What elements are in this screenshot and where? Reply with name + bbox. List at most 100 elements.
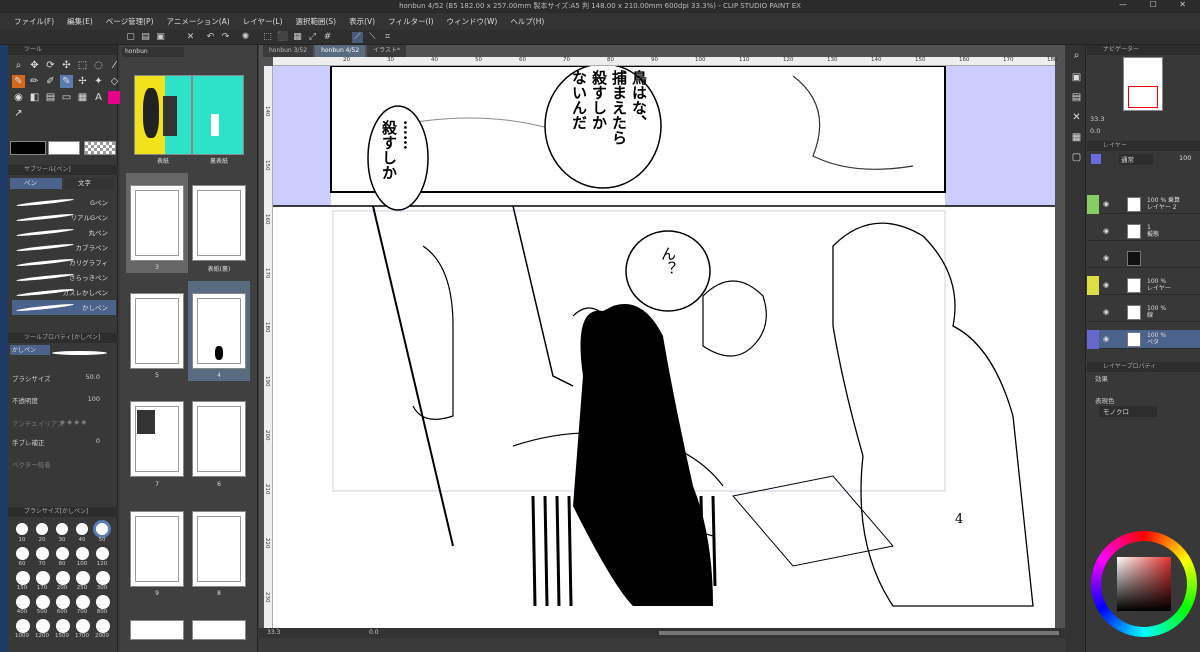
brush-size-option[interactable] (56, 523, 68, 535)
expression-select[interactable]: モノクロ (1099, 406, 1157, 417)
tab-pen[interactable]: ペン (10, 178, 62, 189)
menu-filter[interactable]: フィルター(I) (388, 16, 433, 27)
tab-text[interactable]: 文字 (64, 178, 114, 189)
ruler-tool-icon[interactable]: A (92, 91, 105, 104)
brush-size-option[interactable] (76, 523, 88, 535)
layer-row[interactable]: ◉ 100 % 乗算 レイヤー 2 (1087, 195, 1200, 214)
eye-icon[interactable]: ◉ (1103, 227, 1112, 235)
layer-row[interactable]: ◉ 100 % 線 (1087, 303, 1200, 322)
frame-tool-icon[interactable]: ▦ (76, 91, 89, 104)
deco-tool-icon[interactable]: ✦ (92, 75, 105, 88)
select-tool-icon[interactable]: ⬚ (76, 59, 89, 72)
menu-selection[interactable]: 選択範囲(S) (296, 16, 337, 27)
brush-size-option[interactable] (76, 595, 90, 609)
zoom-value[interactable]: 33.3 (267, 629, 280, 636)
new-icon[interactable]: ▢ (125, 32, 136, 43)
layer-row[interactable]: ◉ 100 % ペタ (1087, 330, 1200, 349)
sub-color-swatch[interactable] (48, 141, 80, 155)
cover-thumbnail[interactable] (134, 75, 192, 155)
brush-size-option[interactable] (16, 523, 28, 535)
blend-mode-select[interactable]: 通常 (1119, 154, 1153, 165)
horizontal-scrollbar[interactable] (659, 631, 1059, 635)
brush-size-row[interactable]: ブラシサイズ 50.0 (12, 373, 114, 385)
brush-size-option[interactable] (16, 571, 30, 585)
brush-size-option[interactable] (36, 523, 48, 535)
invert-icon[interactable]: ⬛ (277, 32, 288, 43)
window-controls[interactable]: — ☐ ✕ (1119, 0, 1196, 9)
pen-tool-icon[interactable]: ✎ (12, 75, 25, 88)
brush-size-option[interactable] (56, 547, 69, 560)
brush-item-selected[interactable]: かしペン (12, 300, 116, 315)
brush-size-option[interactable] (96, 523, 108, 535)
material-icon[interactable]: ▣ (1070, 71, 1083, 84)
brush-item[interactable]: カスレかしペン (12, 285, 116, 300)
page-thumbnail[interactable] (130, 185, 184, 261)
main-color-swatch[interactable] (10, 141, 46, 155)
eye-icon[interactable]: ◉ (1103, 308, 1112, 316)
redo-icon[interactable]: ↷ (220, 32, 231, 43)
eye-icon[interactable]: ◉ (1103, 254, 1112, 262)
layer-search-icon[interactable]: ▦ (1070, 131, 1083, 144)
menu-page[interactable]: ページ管理(P) (106, 16, 154, 27)
brush-size-option[interactable] (36, 571, 50, 585)
menu-file[interactable]: ファイル(F) (14, 16, 54, 27)
brush-size-option[interactable] (96, 619, 110, 633)
canvas-tab-active[interactable]: honbun 4/52 (315, 45, 366, 57)
page-thumbnail[interactable] (192, 293, 246, 369)
brush-size-option[interactable] (76, 571, 90, 585)
layer-opacity[interactable]: 100 (1179, 154, 1191, 162)
brush-item[interactable]: Gペン (12, 195, 116, 210)
transparent-swatch[interactable] (84, 141, 116, 155)
marker-tool-icon[interactable]: ✎ (60, 75, 73, 88)
page-thumbnail[interactable] (192, 511, 246, 587)
close-icon[interactable]: ✕ (1070, 111, 1083, 124)
navigator-preview[interactable] (1123, 57, 1163, 111)
pencil-tool-icon[interactable]: ✏ (28, 75, 41, 88)
page-thumbnail[interactable] (192, 620, 246, 640)
stabilize-row[interactable]: 手ブレ補正 0 (12, 437, 114, 449)
page-thumbnail[interactable] (130, 620, 184, 640)
move-tool-icon[interactable]: ✣ (60, 59, 73, 72)
deselect-icon[interactable]: ⬚ (262, 32, 273, 43)
open-icon[interactable]: ▤ (140, 32, 151, 43)
page-manager-tab[interactable]: honbun (122, 47, 184, 57)
lasso-tool-icon[interactable]: ◌ (92, 59, 105, 72)
grid-snap-icon[interactable]: ⌗ (382, 32, 393, 43)
angle-value[interactable]: 0.0 (369, 629, 379, 636)
brush-size-option[interactable] (96, 571, 110, 585)
ruler-snap-icon[interactable]: ⟋ (352, 32, 363, 43)
menu-layer[interactable]: レイヤー(L) (243, 16, 283, 27)
brush-item[interactable]: カリグラフィ (12, 255, 116, 270)
search-icon[interactable]: ⌕ (1070, 49, 1083, 62)
nav-angle[interactable]: 0.0 (1090, 127, 1192, 139)
airbrush-tool-icon[interactable]: ✢ (76, 75, 89, 88)
brush-size-option[interactable] (96, 547, 109, 560)
manga-page[interactable]: 鳥はな、 捕まえたら 殺すしか ないんだ …… 殺すしか ん？ 4 (273, 66, 1055, 628)
menu-window[interactable]: ウィンドウ(W) (447, 16, 498, 27)
brush-size-option[interactable] (76, 547, 89, 560)
page-thumbnail[interactable] (130, 293, 184, 369)
blend-tool-icon[interactable]: ◉ (12, 91, 25, 104)
grid-icon[interactable]: # (322, 32, 333, 43)
brush-item[interactable]: さらっきペン (12, 270, 116, 285)
brush-size-option[interactable] (16, 547, 29, 560)
clear-icon[interactable]: ✕ (185, 32, 196, 43)
brush-size-option[interactable] (56, 619, 70, 633)
opacity-row[interactable]: 不透明度 100 (12, 395, 114, 407)
back-cover-thumbnail[interactable] (192, 75, 244, 155)
color-wheel[interactable] (1091, 531, 1197, 637)
menu-animation[interactable]: アニメーション(A) (167, 16, 230, 27)
brush-size-option[interactable] (56, 595, 70, 609)
vector-snap-row[interactable]: ベクター吸着 (12, 459, 114, 471)
brush-tool-icon[interactable]: ✐ (44, 75, 57, 88)
canvas-tab[interactable]: honbun 3/52 (263, 45, 314, 57)
undo-icon[interactable]: ↶ (205, 32, 216, 43)
spin-icon[interactable]: ✺ (240, 32, 251, 43)
nav-zoom[interactable]: 33.3 (1090, 115, 1192, 127)
hand-tool-icon[interactable]: ✥ (28, 59, 41, 72)
zoom-tool-icon[interactable]: ⌕ (12, 59, 25, 72)
rotate-tool-icon[interactable]: ⟳ (44, 59, 57, 72)
layer-color-swatch[interactable] (1091, 154, 1101, 164)
menu-view[interactable]: 表示(V) (349, 16, 375, 27)
brush-size-option[interactable] (36, 595, 50, 609)
